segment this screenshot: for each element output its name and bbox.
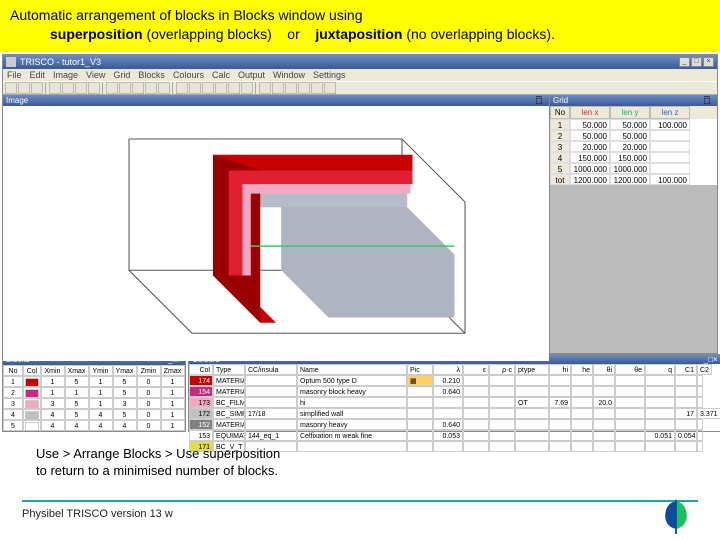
image-titlebar: Image _ □ × [3,95,549,106]
banner-line2: superposition (overlapping blocks) or ju… [10,25,710,44]
menu-window[interactable]: Window [273,70,305,80]
physibel-logo [658,498,694,534]
close-button[interactable]: × [703,57,714,67]
menu-colours[interactable]: Colours [173,70,204,80]
table-row[interactable]: 152MATERIALmasonry heavy0.640 [189,419,720,430]
divider [22,500,698,502]
workspace: Image _ □ × [3,95,717,353]
toolbar-button[interactable] [202,82,214,94]
table-row[interactable]: 4454501 [3,409,185,420]
blocks-panel: Blocks _ □ × NoColXminXmaxYminYmaxZminZm… [2,354,186,432]
toolbar [3,81,717,95]
toolbar-button[interactable] [189,82,201,94]
table-row[interactable]: 3351301 [3,398,185,409]
app-window: TRISCO - tutor1_V3 _ □ × File Edit Image Vi… [2,54,718,354]
toolbar-button[interactable] [132,82,144,94]
toolbar-button[interactable] [5,82,17,94]
table-row[interactable]: 5444401 [3,420,185,431]
table-row[interactable]: 172BC_SIMPL_117/18simplified wall17 0.00… [189,408,720,419]
table-row[interactable]: 153EQUIMAT144_eq_1Celfixation m weak fin… [189,430,720,441]
grid-titlebar: Grid _ □ × [550,95,717,106]
toolbar-button[interactable] [158,82,170,94]
toolbar-button[interactable] [88,82,100,94]
banner-line1: Automatic arrangement of blocks in Block… [10,6,710,25]
sup-word: superposition [50,26,143,42]
child-close-button[interactable]: × [713,355,718,364]
toolbar-button[interactable] [311,82,323,94]
child-max-button[interactable]: □ [536,96,546,105]
toolbar-button[interactable] [259,82,271,94]
child-max-button[interactable]: □ [704,96,714,105]
grid-row[interactable]: 320.00020.000 [550,141,717,152]
app-icon [6,57,16,67]
table-row[interactable]: 1151501 [3,376,185,387]
toolbar-button[interactable] [215,82,227,94]
grid-filler [550,185,717,353]
menu-calc[interactable]: Calc [212,70,230,80]
grid-row[interactable]: 4150.000150.000 [550,152,717,163]
toolbar-button[interactable] [298,82,310,94]
toolbar-button[interactable] [62,82,74,94]
grid-header: Nolen xlen ylen z [550,106,717,119]
menu-grid[interactable]: Grid [113,70,130,80]
colours-body[interactable]: 174MATERIALOptum 500 type D▦0.210154MATE… [189,375,720,452]
blocks-header: NoColXminXmaxYminYmaxZminZmax [3,365,185,376]
toolbar-button[interactable] [18,82,30,94]
toolbar-button[interactable] [176,82,188,94]
blocks-body[interactable]: 11515012111501335130144545015444401 [3,376,185,431]
toolbar-button[interactable] [145,82,157,94]
image-pane: Image _ □ × [3,95,549,353]
menu-view[interactable]: View [86,70,105,80]
toolbar-button[interactable] [49,82,61,94]
app-title: TRISCO - tutor1_V3 [20,57,679,67]
menu-image[interactable]: Image [53,70,78,80]
jux-word: juxtaposition [315,26,402,42]
grid-row[interactable]: tot1200.0001200.000100.000 [550,174,717,185]
viewport-3d[interactable] [3,106,549,361]
toolbar-button[interactable] [324,82,336,94]
maximize-button[interactable]: □ [691,57,702,67]
colours-panel: Colours _ □ × ColTypeCC/insulaNamePicλερ… [188,354,720,432]
toolbar-button[interactable] [228,82,240,94]
child-min-button[interactable]: _ [704,87,714,96]
menu-bar: File Edit Image View Grid Blocks Colours Calc Ou… [3,69,717,81]
table-row[interactable]: 2111501 [3,387,185,398]
banner: Automatic arrangement of blocks in Block… [0,0,720,52]
grid-row[interactable]: 150.00050.000100.000 [550,119,717,130]
menu-edit[interactable]: Edit [30,70,46,80]
toolbar-button[interactable] [285,82,297,94]
table-row[interactable]: 173BC_FILMhiOT7.6920.0 [189,397,720,408]
menu-file[interactable]: File [7,70,22,80]
table-row[interactable]: 174MATERIALOptum 500 type D▦0.210 [189,375,720,386]
grid-body[interactable]: 150.00050.000100.000250.00050.000320.000… [550,119,717,185]
minimize-button[interactable]: _ [679,57,690,67]
menu-output[interactable]: Output [238,70,265,80]
toolbar-button[interactable] [31,82,43,94]
table-row[interactable]: 154MATERIALmasonry block heavy0.640 [189,386,720,397]
menu-blocks[interactable]: Blocks [138,70,165,80]
bottom-row: Blocks _ □ × NoColXminXmaxYminYmaxZminZm… [2,354,718,432]
footer-text: Physibel TRISCO version 13 w [0,506,720,520]
toolbar-button[interactable] [241,82,253,94]
toolbar-button[interactable] [119,82,131,94]
grid-row[interactable]: 51000.0001000.000 [550,163,717,174]
toolbar-button[interactable] [272,82,284,94]
grid-panel: Grid _ □ × Nolen xlen ylen z 150.00050.0… [549,95,717,353]
grid-row[interactable]: 250.00050.000 [550,130,717,141]
main-titlebar: TRISCO - tutor1_V3 _ □ × [3,55,717,69]
child-min-button[interactable]: _ [536,87,546,96]
menu-settings[interactable]: Settings [313,70,346,80]
toolbar-button[interactable] [106,82,118,94]
colours-header: ColTypeCC/insulaNamePicλερ·cptypehiheθiθ… [189,364,720,375]
toolbar-button[interactable] [75,82,87,94]
